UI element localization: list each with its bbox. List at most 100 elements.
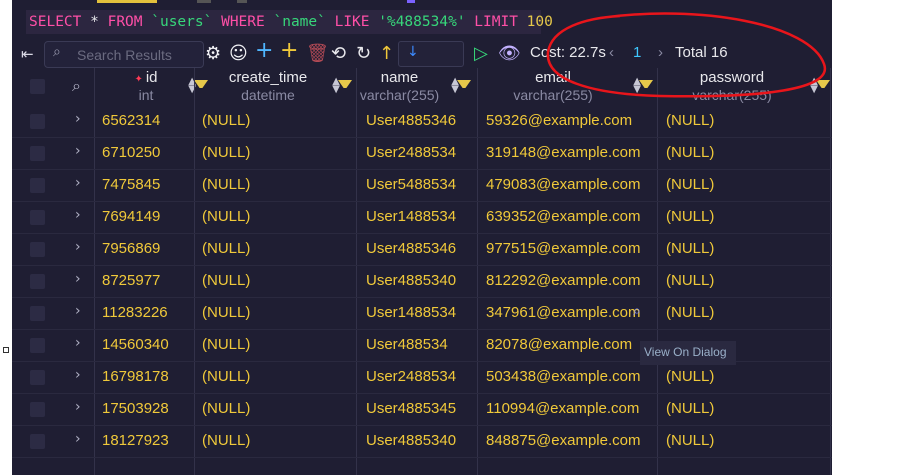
filter-icon[interactable] [639, 80, 653, 96]
zoom-icon[interactable]: ⌕ [633, 303, 641, 319]
sql-query-bar[interactable]: SELECT * FROM `users` WHERE `name` LIKE … [26, 10, 553, 34]
expand-row-icon[interactable]: › [75, 175, 81, 191]
trash-icon[interactable]: 🗑 [306, 43, 329, 65]
column-header-email[interactable]: email varchar(255) ▲ ▼ [477, 68, 653, 106]
resize-handle[interactable] [3, 347, 9, 353]
plus-alt-icon[interactable]: + [280, 40, 298, 62]
expand-row-icon[interactable]: › [75, 207, 81, 223]
cell-email[interactable]: 812292@example.com [486, 272, 640, 289]
cell-name[interactable]: User4885340 [366, 272, 456, 289]
filter-icon[interactable] [338, 80, 352, 96]
cell-password[interactable]: (NULL) [666, 176, 714, 193]
cell-password[interactable]: (NULL) [666, 304, 714, 321]
cell-name[interactable]: User5488534 [366, 176, 456, 193]
row-checkbox[interactable] [30, 274, 45, 289]
cell-email[interactable]: 59326@example.com [486, 112, 632, 129]
row-checkbox[interactable] [30, 434, 45, 449]
cell-email[interactable]: 347961@example.com [486, 304, 640, 321]
cell-email[interactable]: 639352@example.com [486, 208, 640, 225]
row-checkbox[interactable] [30, 114, 45, 129]
cell-name[interactable]: User4885345 [366, 400, 456, 417]
cell-create-time[interactable]: (NULL) [202, 176, 250, 193]
expand-row-icon[interactable]: › [75, 271, 81, 287]
cell-email[interactable]: 977515@example.com [486, 240, 640, 257]
cell-password[interactable]: (NULL) [666, 272, 714, 289]
cell-email[interactable]: 479083@example.com [486, 176, 640, 193]
cell-id[interactable]: 18127923 [102, 432, 169, 449]
cell-password[interactable]: (NULL) [666, 144, 714, 161]
redo-icon[interactable]: ↻ [356, 43, 371, 65]
cell-name[interactable]: User4885346 [366, 240, 456, 257]
cell-password[interactable]: (NULL) [666, 240, 714, 257]
cell-name[interactable]: User4885346 [366, 112, 456, 129]
prev-page-button[interactable]: ‹ [609, 44, 614, 61]
search-results-input[interactable] [75, 44, 199, 66]
cell-create-time[interactable]: (NULL) [202, 240, 250, 257]
cell-create-time[interactable]: (NULL) [202, 144, 250, 161]
expand-row-icon[interactable]: › [75, 431, 81, 447]
filter-icon[interactable] [816, 80, 830, 96]
up-arrow-icon[interactable]: ↑ [379, 43, 394, 65]
cell-create-time[interactable]: (NULL) [202, 432, 250, 449]
cell-name[interactable]: User1488534 [366, 208, 456, 225]
cell-password[interactable]: (NULL) [666, 400, 714, 417]
page-number[interactable]: 1 [633, 44, 641, 61]
play-icon[interactable]: ▷ [474, 43, 488, 65]
table-row[interactable]: › 7475845 (NULL) User5488534 479083@exam… [12, 170, 832, 202]
select-all-checkbox[interactable] [30, 79, 45, 94]
eye-icon[interactable]: 👁 [498, 43, 521, 65]
cell-create-time[interactable]: (NULL) [202, 304, 250, 321]
expand-row-icon[interactable]: › [75, 335, 81, 351]
next-page-button[interactable]: › [658, 44, 663, 61]
row-checkbox[interactable] [30, 210, 45, 225]
expand-row-icon[interactable]: › [75, 303, 81, 319]
table-row[interactable]: › 8725977 (NULL) User4885340 812292@exam… [12, 266, 832, 298]
cell-id[interactable]: 6710250 [102, 144, 160, 161]
row-checkbox[interactable] [30, 242, 45, 257]
column-header-create-time[interactable]: create_time datetime ▲ ▼ [208, 68, 352, 106]
row-checkbox[interactable] [30, 178, 45, 193]
column-header-id[interactable]: ✦ id int ▲ ▼ [108, 68, 208, 106]
table-row[interactable]: › 7694149 (NULL) User1488534 639352@exam… [12, 202, 832, 234]
cell-email[interactable]: 82078@example.com [486, 336, 632, 353]
cell-id[interactable]: 14560340 [102, 336, 169, 353]
plus-icon[interactable]: + [255, 40, 273, 62]
cell-create-time[interactable]: (NULL) [202, 368, 250, 385]
cell-id[interactable]: 6562314 [102, 112, 160, 129]
cell-name[interactable]: User1488534 [366, 304, 456, 321]
cell-id[interactable]: 8725977 [102, 272, 160, 289]
cell-name[interactable]: User2488534 [366, 144, 456, 161]
cell-email[interactable]: 503438@example.com [486, 368, 640, 385]
row-checkbox[interactable] [30, 370, 45, 385]
sort-direction-select[interactable]: ↓ [398, 41, 464, 67]
cell-name[interactable]: User4885340 [366, 432, 456, 449]
expand-row-icon[interactable]: › [75, 143, 81, 159]
row-checkbox[interactable] [30, 402, 45, 417]
cell-id[interactable]: 7694149 [102, 208, 160, 225]
table-row[interactable]: › 11283226 (NULL) User1488534 347961@exa… [12, 298, 832, 330]
cell-id[interactable]: 11283226 [102, 304, 168, 321]
cell-name[interactable]: User488534 [366, 336, 448, 353]
cell-id[interactable]: 16798178 [102, 368, 169, 385]
expand-row-icon[interactable]: › [75, 367, 81, 383]
cell-email[interactable]: 848875@example.com [486, 432, 640, 449]
cell-name[interactable]: User2488534 [366, 368, 456, 385]
expand-row-icon[interactable]: › [75, 111, 81, 127]
expand-row-icon[interactable]: › [75, 239, 81, 255]
column-header-name[interactable]: name varchar(255) ▲ ▼ [352, 68, 471, 106]
table-row[interactable]: › 17503928 (NULL) User4885345 110994@exa… [12, 394, 832, 426]
cell-id[interactable]: 7956869 [102, 240, 160, 257]
row-checkbox[interactable] [30, 306, 45, 321]
search-results-box[interactable]: ⌕ [44, 41, 204, 68]
cell-password[interactable]: (NULL) [666, 432, 714, 449]
table-row[interactable]: › 6710250 (NULL) User2488534 319148@exam… [12, 138, 832, 170]
table-row[interactable]: › 6562314 (NULL) User4885346 59326@examp… [12, 106, 832, 138]
cell-password[interactable]: (NULL) [666, 208, 714, 225]
cell-create-time[interactable]: (NULL) [202, 112, 250, 129]
cell-email[interactable]: 319148@example.com [486, 144, 640, 161]
row-checkbox[interactable] [30, 146, 45, 161]
search-icon[interactable]: ⌕ [72, 76, 81, 96]
gear-icon[interactable]: ⚙ [205, 43, 221, 65]
cell-create-time[interactable]: (NULL) [202, 400, 250, 417]
cell-password[interactable]: (NULL) [666, 368, 714, 385]
